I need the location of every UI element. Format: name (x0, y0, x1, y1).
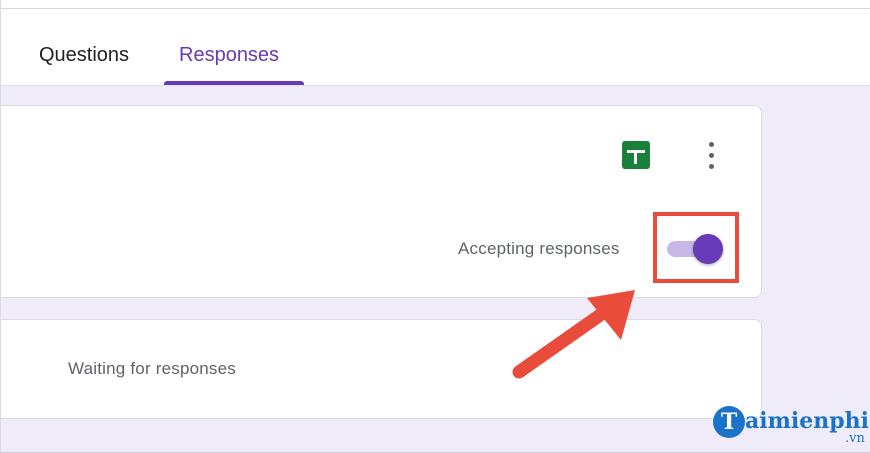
forms-window: Questions Responses Accepting responses … (0, 0, 870, 453)
watermark: T aimienphi .vn (713, 404, 870, 452)
tab-questions[interactable]: Questions (39, 44, 129, 67)
waiting-for-responses-text: Waiting for responses (68, 359, 236, 378)
toggle-highlight-box (653, 212, 739, 283)
annotation-arrow (512, 290, 635, 379)
responses-summary-card (1, 105, 762, 298)
watermark-suffix: .vn (845, 431, 865, 446)
google-sheets-icon[interactable] (622, 141, 650, 169)
watermark-logo: T (713, 406, 745, 438)
active-tab-indicator (164, 81, 304, 85)
accepting-responses-label: Accepting responses (458, 239, 620, 258)
more-vert-icon[interactable] (701, 140, 723, 172)
tab-responses[interactable]: Responses (179, 44, 279, 67)
tab-bar: Questions Responses (1, 9, 870, 86)
